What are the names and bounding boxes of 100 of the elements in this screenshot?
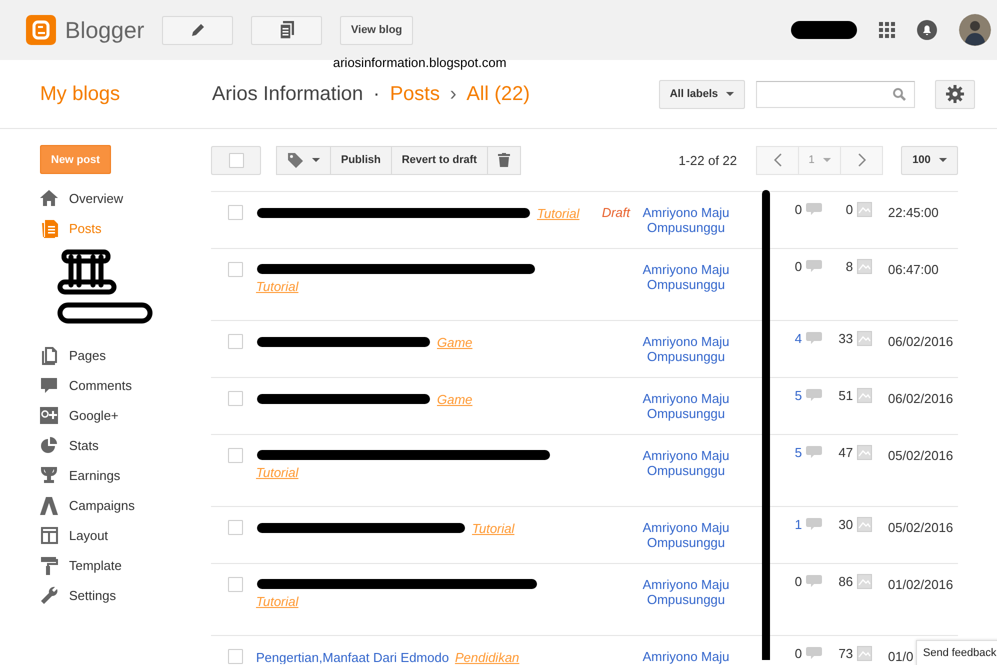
sidebar-item[interactable]: Earnings <box>40 460 211 490</box>
author-link[interactable]: Amriyono Maju <box>636 649 736 664</box>
trophy-icon <box>40 466 59 484</box>
speech-bubble-icon <box>806 517 822 531</box>
caret-icon <box>938 158 947 162</box>
home-icon <box>40 188 59 208</box>
send-feedback-button[interactable]: Send feedback <box>916 640 997 665</box>
author-link[interactable]: Amriyono Maju Ompusunggu <box>636 520 736 550</box>
document-icon <box>278 21 294 39</box>
sidebar-item[interactable]: Comments <box>40 370 211 400</box>
image-count: 73 <box>838 646 853 661</box>
comment-count: 0 <box>794 259 802 274</box>
view-blog-button[interactable]: View blog <box>340 16 414 44</box>
pencil-icon <box>190 22 206 38</box>
filter-breadcrumb[interactable]: All (22) <box>466 82 530 106</box>
post-date: 05/02/2016 <box>888 520 954 535</box>
comment-count: 0 <box>794 202 802 217</box>
row-checkbox[interactable] <box>228 262 243 277</box>
publish-button[interactable]: Publish <box>330 146 392 174</box>
author-link[interactable]: Amriyono Maju Ompusunggu <box>636 448 736 478</box>
sidebar-item[interactable]: Posts <box>40 213 211 243</box>
speech-bubble-icon <box>806 331 822 345</box>
avatar[interactable] <box>959 14 991 46</box>
comment-count: 0 <box>794 574 802 589</box>
image-icon <box>857 259 872 274</box>
wrench-icon <box>40 586 59 604</box>
sidebar-item[interactable]: Layout <box>40 520 211 550</box>
layout-icon <box>40 526 59 544</box>
next-page-button[interactable] <box>840 146 883 174</box>
row-checkbox[interactable] <box>228 391 243 406</box>
tag-icon <box>287 152 304 168</box>
label-dropdown[interactable] <box>276 146 331 174</box>
image-icon <box>857 574 872 589</box>
author-link[interactable]: Amriyono Maju Ompusunggu <box>636 391 736 421</box>
delete-button[interactable] <box>486 146 521 174</box>
image-count: 86 <box>838 574 853 589</box>
image-count: 33 <box>838 331 853 346</box>
search-field[interactable] <box>756 80 915 108</box>
comment-count-link[interactable]: 4 <box>794 331 802 346</box>
labels-dropdown[interactable]: All labels <box>658 80 745 108</box>
chevron-right-icon <box>858 153 866 167</box>
blog-name: Arios Information <box>212 82 364 106</box>
speech-bubble-icon <box>806 388 822 402</box>
row-checkbox[interactable] <box>228 649 243 664</box>
plus-square-icon <box>40 406 59 424</box>
author-link[interactable]: Amriyono Maju Ompusunggu <box>636 577 736 607</box>
author-link[interactable]: Amriyono Maju Ompusunggu <box>636 262 736 292</box>
image-icon <box>857 202 872 217</box>
row-checkbox[interactable] <box>228 520 243 535</box>
image-count: 51 <box>838 388 853 403</box>
image-icon <box>857 331 872 346</box>
posts-breadcrumb[interactable]: Posts <box>390 82 440 106</box>
apps-grid-icon[interactable] <box>879 22 895 38</box>
separator: · <box>373 82 380 106</box>
search-icon <box>893 88 906 100</box>
row-checkbox[interactable] <box>228 448 243 463</box>
post-title-link[interactable]: Pengertian,Manfaat Dari Edmodo <box>256 650 449 664</box>
sidebar-item[interactable]: Stats <box>40 430 211 460</box>
caret-icon <box>726 92 734 96</box>
previous-page-button[interactable] <box>756 146 799 174</box>
comment-count-link[interactable]: 1 <box>794 517 802 532</box>
logo-icon <box>26 15 56 45</box>
blog-address: ariosinformation.blogspot.com <box>333 54 506 70</box>
row-checkbox[interactable] <box>228 334 243 349</box>
sidebar-item[interactable]: Overview <box>40 183 211 213</box>
post-date: 01/0 <box>888 649 914 664</box>
post-date: 22:45:00 <box>888 205 939 220</box>
sidebar-item[interactable]: Google+ <box>40 400 211 430</box>
notification-bell-icon[interactable] <box>917 20 937 40</box>
speech-bubble-icon <box>806 202 822 216</box>
compose-button[interactable] <box>162 16 233 44</box>
per-page-dropdown[interactable]: 100 <box>901 146 958 174</box>
speech-bubble-icon <box>806 574 822 588</box>
select-all-button[interactable] <box>211 146 261 174</box>
sidebar-item[interactable]: Campaigns <box>40 490 211 520</box>
row-checkbox[interactable] <box>228 205 243 220</box>
image-count: 30 <box>838 517 853 532</box>
sidebar-item[interactable]: Settings <box>40 580 211 610</box>
author-link[interactable]: Amriyono Maju Ompusunggu <box>636 205 736 235</box>
comment-count-link[interactable]: 5 <box>794 445 802 460</box>
settings-icon <box>946 85 964 103</box>
comment-count-link[interactable]: 5 <box>794 388 802 403</box>
comment-count: 0 <box>794 646 802 661</box>
revert-to-draft-button[interactable]: Revert to draft <box>390 146 488 174</box>
speech-bubble-icon <box>40 376 59 394</box>
settings-button[interactable] <box>935 80 975 108</box>
caret-icon <box>312 158 320 162</box>
caret-icon <box>822 158 831 162</box>
post-date: 06:47:00 <box>888 262 939 277</box>
mountain-icon <box>40 496 59 514</box>
row-checkbox[interactable] <box>228 577 243 592</box>
speech-bubble-icon <box>806 646 822 660</box>
my-blogs-link[interactable]: My blogs <box>40 82 120 104</box>
sidebar-item[interactable]: Pages <box>40 340 211 370</box>
pages-button[interactable] <box>251 16 322 44</box>
page-range: 1-22 of 22 <box>678 152 737 168</box>
author-link[interactable]: Amriyono Maju Ompusunggu <box>636 334 736 364</box>
select-all-checkbox[interactable] <box>228 152 244 168</box>
sidebar-item[interactable]: Template <box>40 550 211 580</box>
speech-bubble-icon <box>806 445 822 459</box>
